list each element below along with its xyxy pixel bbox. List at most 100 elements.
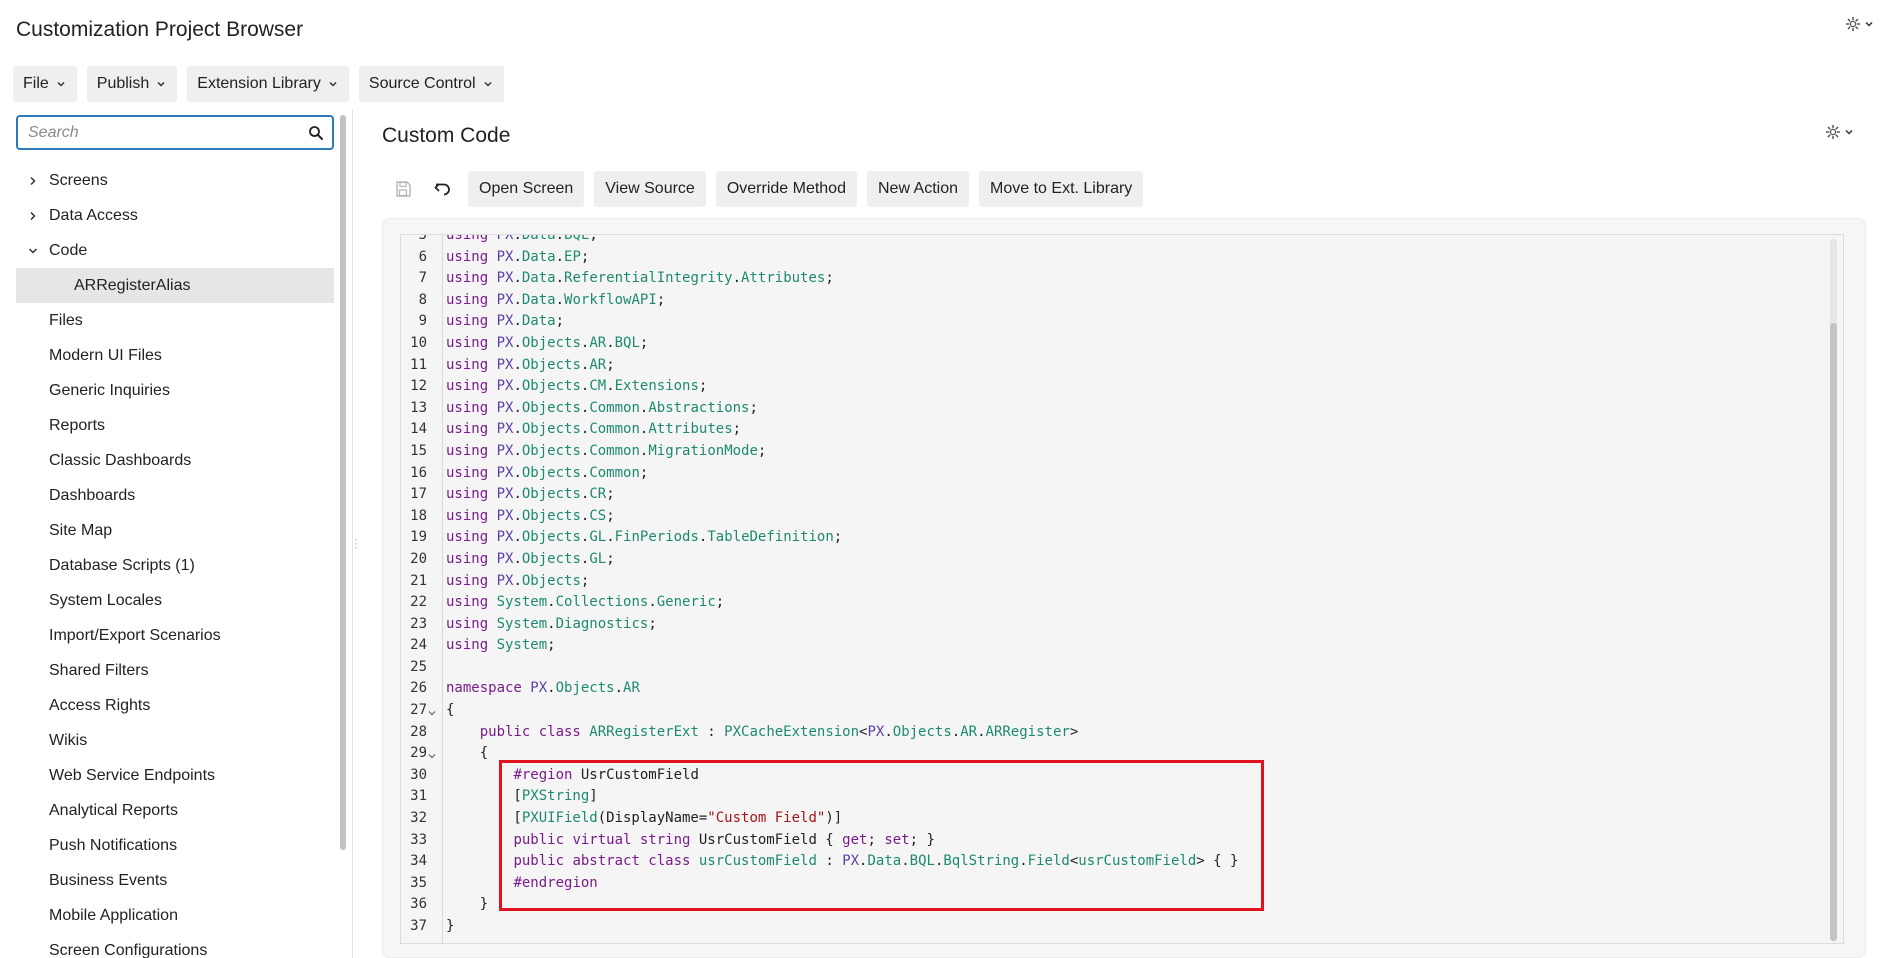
- code-line: 22 using System.Collections.Generic;: [401, 592, 1843, 614]
- search-input[interactable]: [26, 122, 308, 143]
- code-token: ;: [715, 594, 725, 611]
- search-icon[interactable]: [308, 125, 324, 141]
- sidebar-item-web-service-endpoints[interactable]: Web Service Endpoints: [16, 758, 334, 793]
- extension-library-menu[interactable]: Extension Library: [187, 66, 349, 102]
- code-editor[interactable]: 5 using PX.Data.BQL; 6 using PX.Data.EP; 7 us…: [400, 234, 1844, 944]
- sidebar-item-push-notifications[interactable]: Push Notifications: [16, 828, 334, 863]
- code-token: Objects: [521, 529, 581, 546]
- sidebar-item-import-export-scenarios[interactable]: Import/Export Scenarios: [16, 618, 334, 653]
- sidebar-item-business-events[interactable]: Business Events: [16, 863, 334, 898]
- sidebar-item-label: System Locales: [49, 591, 162, 609]
- sidebar-item-screens[interactable]: Screens: [16, 163, 334, 198]
- code-token: Data: [521, 234, 556, 243]
- code-token: PX: [496, 486, 514, 503]
- save-button[interactable]: [388, 171, 418, 207]
- sidebar-item-shared-filters[interactable]: Shared Filters: [16, 653, 334, 688]
- line-number: 25: [410, 658, 427, 675]
- code-token: public class: [479, 723, 590, 740]
- code-token: FinPeriods: [614, 529, 699, 546]
- code-token: ;: [648, 615, 657, 632]
- sidebar-item-classic-dashboards[interactable]: Classic Dashboards: [16, 443, 334, 478]
- sidebar-item-modern-ui-files[interactable]: Modern UI Files: [16, 338, 334, 373]
- fold-chevron-icon[interactable]: [427, 743, 437, 765]
- code-text: using System.Diagnostics;: [437, 614, 657, 636]
- code-token: Diagnostics: [555, 615, 649, 632]
- panel-settings-menu[interactable]: [1825, 124, 1855, 140]
- code-token: Objects: [521, 356, 581, 373]
- code-token: Attributes: [741, 270, 826, 287]
- chevron-right-icon[interactable]: [16, 176, 49, 186]
- undo-button[interactable]: [428, 171, 458, 207]
- sidebar-scrollbar[interactable]: [340, 115, 346, 850]
- code-text: using System;: [437, 635, 556, 657]
- code-text: public virtual string UsrCustomField { g…: [437, 830, 934, 852]
- code-text: using PX.Data;: [437, 311, 564, 333]
- line-number: 17: [410, 486, 427, 503]
- code-token: .: [555, 248, 565, 265]
- sidebar-item-system-locales[interactable]: System Locales: [16, 583, 334, 618]
- code-token: Attributes: [648, 421, 733, 438]
- code-token: .: [555, 291, 565, 308]
- code-token: .: [606, 378, 615, 395]
- sidebar-item-label: Business Events: [49, 871, 168, 889]
- code-token: AR: [960, 723, 978, 740]
- chevron-right-icon[interactable]: [16, 211, 49, 221]
- code-token: .: [513, 486, 522, 503]
- code-token: Objects: [521, 378, 581, 395]
- source-control-menu[interactable]: Source Control: [358, 66, 504, 102]
- file-menu[interactable]: File: [13, 66, 77, 102]
- code-token: Objects: [521, 486, 581, 503]
- sidebar-item-screen-configurations[interactable]: Screen Configurations: [16, 933, 334, 958]
- code-token: PX: [496, 442, 514, 459]
- sidebar-item-analytical-reports[interactable]: Analytical Reports: [16, 793, 334, 828]
- code-token: PX: [496, 399, 514, 416]
- code-token: .: [555, 270, 565, 287]
- code-token: }: [446, 918, 455, 934]
- code-line: 27 {: [401, 700, 1843, 722]
- editor-scrollbar-thumb[interactable]: [1830, 323, 1837, 941]
- sidebar-item-wikis[interactable]: Wikis: [16, 723, 334, 758]
- chevron-down-icon[interactable]: [16, 246, 49, 256]
- view-source-button[interactable]: View Source: [594, 171, 706, 207]
- source-control-menu-label: Source Control: [368, 75, 476, 92]
- open-screen-button[interactable]: Open Screen: [468, 171, 585, 207]
- move-to-ext-library-button[interactable]: Move to Ext. Library: [979, 171, 1144, 207]
- sidebar-item-label: Database Scripts (1): [49, 556, 195, 574]
- code-token: TableDefinition: [707, 529, 834, 546]
- fold-chevron-icon[interactable]: [427, 700, 437, 722]
- override-method-button[interactable]: Override Method: [715, 171, 857, 207]
- sidebar-item-label: Wikis: [49, 731, 88, 749]
- line-number: 35: [410, 874, 427, 891]
- settings-menu[interactable]: [1845, 16, 1875, 32]
- sidebar-item-site-map[interactable]: Site Map: [16, 513, 334, 548]
- sidebar-item-files[interactable]: Files: [16, 303, 334, 338]
- code-token: PX: [496, 234, 514, 243]
- splitter-grip-icon[interactable]: · · ·: [354, 533, 358, 553]
- code-token: .: [513, 270, 522, 287]
- code-token: CR: [589, 486, 607, 503]
- sidebar-item-access-rights[interactable]: Access Rights: [16, 688, 334, 723]
- sidebar-item-arregisteralias[interactable]: ARRegisterAlias: [16, 268, 334, 303]
- code-token: ;: [606, 356, 615, 373]
- sidebar-item-code[interactable]: Code: [16, 233, 334, 268]
- code-token: PXCacheExtension: [724, 723, 860, 740]
- sidebar-item-reports[interactable]: Reports: [16, 408, 334, 443]
- sidebar-item-data-access[interactable]: Data Access: [16, 198, 334, 233]
- sidebar-item-generic-inquiries[interactable]: Generic Inquiries: [16, 373, 334, 408]
- sidebar-item-database-scripts-1[interactable]: Database Scripts (1): [16, 548, 334, 583]
- line-number: 21: [410, 572, 427, 589]
- sidebar-item-mobile-application[interactable]: Mobile Application: [16, 898, 334, 933]
- publish-menu[interactable]: Publish: [86, 66, 178, 102]
- code-text: using PX.Objects.Common.Abstractions;: [437, 398, 758, 420]
- code-token: > { }: [1196, 853, 1239, 870]
- code-line: 16 using PX.Objects.Common;: [401, 463, 1843, 485]
- new-action-button[interactable]: New Action: [866, 171, 970, 207]
- panel-splitter[interactable]: [352, 110, 353, 958]
- sidebar-item-label: Generic Inquiries: [49, 381, 170, 399]
- sidebar-item-dashboards[interactable]: Dashboards: [16, 478, 334, 513]
